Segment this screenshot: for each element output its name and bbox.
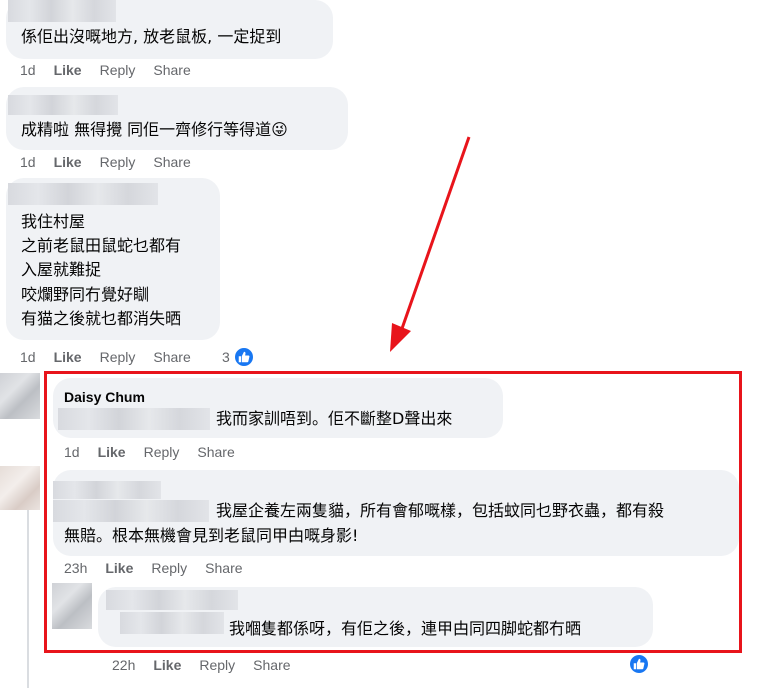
annotation-arrow-icon	[390, 136, 471, 352]
